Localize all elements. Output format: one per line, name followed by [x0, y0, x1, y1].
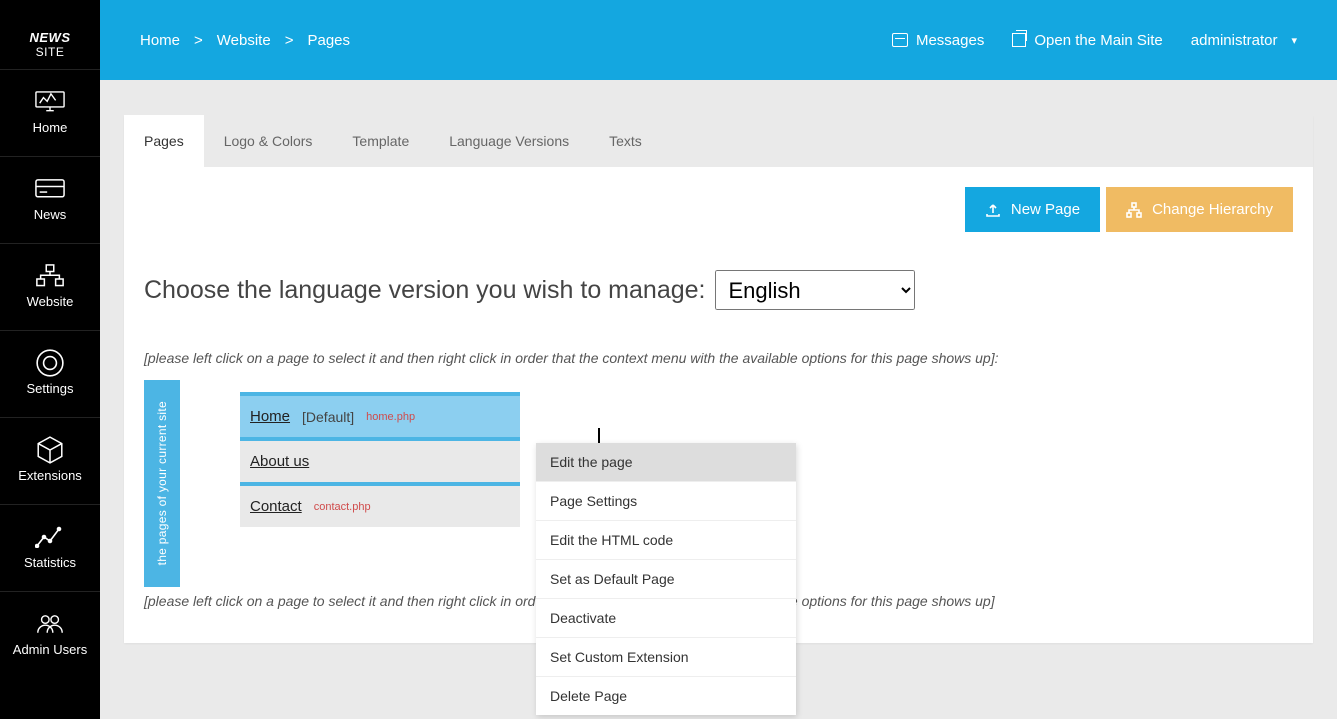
- context-menu: Edit the page Page Settings Edit the HTM…: [536, 443, 796, 715]
- sidebar-label: Admin Users: [13, 643, 87, 658]
- hierarchy-icon: [1126, 202, 1142, 218]
- language-select[interactable]: English: [715, 270, 915, 310]
- cube-icon: [35, 439, 65, 461]
- page-name: Contact: [250, 498, 302, 515]
- brand-line2: SITE: [36, 45, 65, 59]
- page-name: Home: [250, 408, 290, 425]
- chevron-down-icon: ▾: [1291, 34, 1297, 47]
- rail-label: the pages of your current site: [155, 401, 169, 565]
- sidebar-label: Settings: [27, 382, 74, 397]
- gear-icon: [35, 352, 65, 374]
- sitemap-icon: [35, 265, 65, 287]
- tab-texts[interactable]: Texts: [589, 115, 662, 167]
- topbar: Home > Website > Pages Messages Open the…: [100, 0, 1337, 80]
- sidebar-label: Website: [27, 295, 74, 310]
- open-site-link[interactable]: Open the Main Site: [1012, 32, 1162, 49]
- sidebar-label: Extensions: [18, 469, 82, 484]
- page-file: contact.php: [314, 501, 371, 513]
- page-file: home.php: [366, 411, 415, 423]
- users-icon: [35, 613, 65, 635]
- new-page-label: New Page: [1011, 201, 1080, 218]
- ctx-page-settings[interactable]: Page Settings: [536, 481, 796, 520]
- pages-rail: the pages of your current site: [144, 380, 180, 587]
- sidebar-label: Home: [33, 121, 68, 136]
- upload-icon: [985, 202, 1001, 218]
- sidebar-item-website[interactable]: Website: [0, 243, 100, 330]
- page-tag: [Default]: [302, 409, 354, 425]
- breadcrumb-pages[interactable]: Pages: [307, 32, 350, 49]
- tab-logo-colors[interactable]: Logo & Colors: [204, 115, 333, 167]
- breadcrumb-home[interactable]: Home: [140, 32, 180, 49]
- page-row-home[interactable]: Home [Default] home.php: [240, 392, 520, 437]
- sidebar-item-home[interactable]: Home: [0, 69, 100, 156]
- user-name: administrator: [1191, 32, 1278, 49]
- sidebar-item-settings[interactable]: Settings: [0, 330, 100, 417]
- ctx-custom-extension[interactable]: Set Custom Extension: [536, 637, 796, 676]
- brand-line1: NEWS: [0, 30, 100, 45]
- sidebar-label: Statistics: [24, 556, 76, 571]
- language-label: Choose the language version you wish to …: [144, 276, 705, 305]
- external-link-icon: [1012, 33, 1026, 47]
- tab-language-versions[interactable]: Language Versions: [429, 115, 589, 167]
- ctx-set-default[interactable]: Set as Default Page: [536, 559, 796, 598]
- sidebar-item-statistics[interactable]: Statistics: [0, 504, 100, 591]
- open-site-label: Open the Main Site: [1034, 32, 1162, 49]
- pages-list: Home [Default] home.php About us Contact…: [180, 380, 520, 587]
- tab-template[interactable]: Template: [332, 115, 429, 167]
- ctx-edit-page[interactable]: Edit the page: [536, 443, 796, 481]
- sidebar-item-news[interactable]: News: [0, 156, 100, 243]
- ctx-deactivate[interactable]: Deactivate: [536, 598, 796, 637]
- breadcrumb-website[interactable]: Website: [217, 32, 271, 49]
- tabs: Pages Logo & Colors Template Language Ve…: [124, 115, 1313, 167]
- user-menu[interactable]: administrator ▾: [1191, 32, 1297, 49]
- sidebar: NEWS SITE Home News Website Settings Ext…: [0, 0, 100, 719]
- sidebar-item-extensions[interactable]: Extensions: [0, 417, 100, 504]
- breadcrumb-sep: >: [285, 32, 294, 49]
- change-hierarchy-button[interactable]: Change Hierarchy: [1106, 187, 1293, 232]
- hint-text: [please left click on a page to select i…: [144, 350, 1293, 366]
- sidebar-label: News: [34, 208, 67, 223]
- new-page-button[interactable]: New Page: [965, 187, 1100, 232]
- messages-label: Messages: [916, 32, 984, 49]
- breadcrumb-sep: >: [194, 32, 203, 49]
- sidebar-item-admin-users[interactable]: Admin Users: [0, 591, 100, 678]
- page-row-about[interactable]: About us: [240, 437, 520, 482]
- ctx-edit-html[interactable]: Edit the HTML code: [536, 520, 796, 559]
- monitor-icon: [35, 91, 65, 113]
- change-hierarchy-label: Change Hierarchy: [1152, 201, 1273, 218]
- page-row-contact[interactable]: Contact contact.php: [240, 482, 520, 527]
- messages-link[interactable]: Messages: [892, 32, 984, 49]
- chart-line-icon: [35, 526, 65, 548]
- page-name: About us: [250, 453, 309, 470]
- brand-logo: NEWS SITE: [0, 0, 100, 69]
- tab-pages[interactable]: Pages: [124, 115, 204, 167]
- message-icon: [892, 33, 908, 47]
- action-bar: New Page Change Hierarchy: [144, 187, 1293, 232]
- language-row: Choose the language version you wish to …: [144, 270, 1293, 310]
- ctx-delete-page[interactable]: Delete Page: [536, 676, 796, 715]
- card-icon: [35, 178, 65, 200]
